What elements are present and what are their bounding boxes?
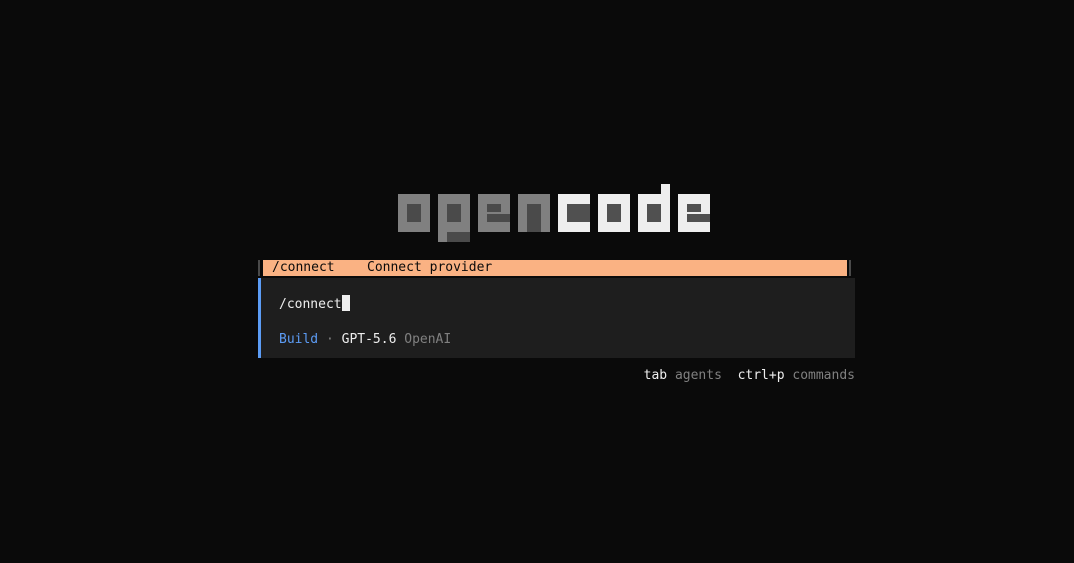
hint-key-ctrl-p: ctrl+p: [737, 368, 785, 383]
suggestions-right-border: [849, 260, 851, 276]
prompt-input[interactable]: /connect: [279, 295, 350, 313]
hint-label-commands: commands: [792, 368, 855, 383]
suggestion-item-connect[interactable]: /connect Connect provider: [263, 260, 847, 276]
logo-letter-e-2: [678, 194, 710, 232]
prompt-accent-bar: [258, 278, 261, 358]
opencode-logo: [398, 184, 712, 242]
opencode-logo-graphic: [398, 184, 710, 242]
keyboard-hints: tab agents ctrl+p commands: [644, 367, 855, 385]
suggestion-command: /connect: [272, 260, 335, 275]
prompt-panel: /connect Build · GPT-5.6 OpenAI: [258, 278, 855, 358]
logo-letter-p: [438, 194, 470, 242]
text-cursor: [341, 295, 350, 311]
command-suggestions: /connect Connect provider: [258, 258, 855, 278]
logo-letter-c: [558, 194, 590, 232]
status-separator: ·: [325, 332, 334, 347]
hint-key-tab: tab: [643, 368, 668, 383]
provider-label: OpenAI: [404, 332, 452, 347]
logo-letter-d: [638, 184, 670, 232]
hint-label-agents: agents: [674, 368, 722, 383]
logo-letter-n: [518, 194, 550, 232]
suggestion-description: Connect provider: [367, 260, 493, 275]
model-selector[interactable]: GPT-5.6: [342, 332, 397, 347]
logo-letter-o-2: [598, 194, 630, 232]
logo-letter-o: [398, 194, 430, 232]
logo-letter-e: [478, 194, 510, 232]
agent-selector[interactable]: Build: [279, 332, 318, 347]
prompt-input-text: /connect: [279, 297, 342, 312]
prompt-status-line: Build · GPT-5.6 OpenAI: [279, 331, 451, 349]
suggestions-left-border: [258, 260, 260, 276]
